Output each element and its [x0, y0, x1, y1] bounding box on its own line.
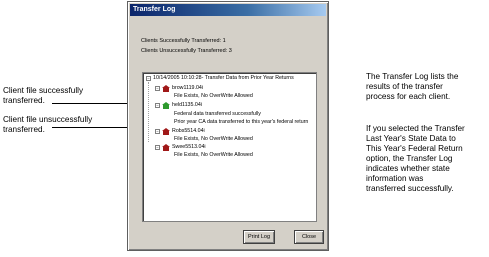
log-header: 10/14/2005 10:10:28- Transfer Data from … [153, 75, 294, 81]
window-title[interactable]: Transfer Log [130, 4, 326, 16]
client-name: Robs5514.04i [172, 128, 205, 134]
collapse-toggle-icon[interactable]: − [155, 86, 160, 91]
annotation-right-1-line: The Transfer Log lists the [366, 72, 459, 81]
annotation-right-2: If you selected the Transfer Last Year's… [366, 124, 465, 194]
annotation-right-2-line: information was [366, 174, 424, 183]
annotation-right-1-line: results of the transfer [366, 82, 443, 91]
collapse-toggle-icon[interactable]: − [146, 76, 151, 81]
log-message: File Exists, No OverWrite Allowed [174, 136, 253, 142]
annotation-right-2-line: This Year's Federal Return [366, 144, 463, 153]
close-button[interactable]: Close [294, 230, 324, 244]
annotation-right-1: The Transfer Log lists the results of th… [366, 72, 458, 102]
collapse-toggle-icon[interactable]: − [155, 129, 160, 134]
collapse-toggle-icon[interactable]: − [155, 145, 160, 150]
annotation-right-2-line: indicates whether state [366, 164, 450, 173]
house-red-icon [162, 85, 170, 92]
annotation-right-2-line: option, the Transfer Log [366, 154, 453, 163]
transfer-log-dialog: Transfer Log Clients Successfully Transf… [127, 1, 329, 251]
log-message: File Exists, No OverWrite Allowed [174, 152, 253, 158]
tree-guide [148, 82, 149, 142]
house-green-icon [162, 102, 170, 109]
annotation-fail-line1: Client file unsuccessfully [3, 115, 93, 124]
client-name: Swee5513.04i [172, 144, 206, 150]
annotation-success-line2: transferred. [3, 96, 45, 105]
log-message: File Exists, No OverWrite Allowed [174, 93, 253, 99]
unsuccessful-count: Clients Unsuccessfully Transferred: 3 [141, 48, 232, 54]
annotation-right-2-line: transferred successfully. [366, 184, 454, 193]
house-red-icon [162, 128, 170, 135]
client-name: held1135.04i [172, 102, 202, 108]
client-name: brow1119.04i [172, 85, 204, 91]
house-red-icon [162, 144, 170, 151]
print-log-button[interactable]: Print Log [243, 230, 275, 244]
log-tree[interactable]: − 10/14/2005 10:10:28- Transfer Data fro… [142, 72, 317, 222]
log-message: Prior year CA data transferred to this y… [174, 119, 309, 125]
annotation-success-line1: Client file successfully [3, 86, 84, 95]
collapse-toggle-icon[interactable]: − [155, 103, 160, 108]
annotation-right-1-line: process for each client. [366, 92, 451, 101]
successful-count: Clients Successfully Transferred: 1 [141, 38, 226, 44]
annotation-right-2-line: If you selected the Transfer [366, 124, 465, 133]
annotation-fail: Client file unsuccessfully transferred. [3, 115, 92, 135]
log-message: Federal data transferred successfully [174, 111, 261, 117]
annotation-right-2-line: Last Year's State Data to [366, 134, 456, 143]
